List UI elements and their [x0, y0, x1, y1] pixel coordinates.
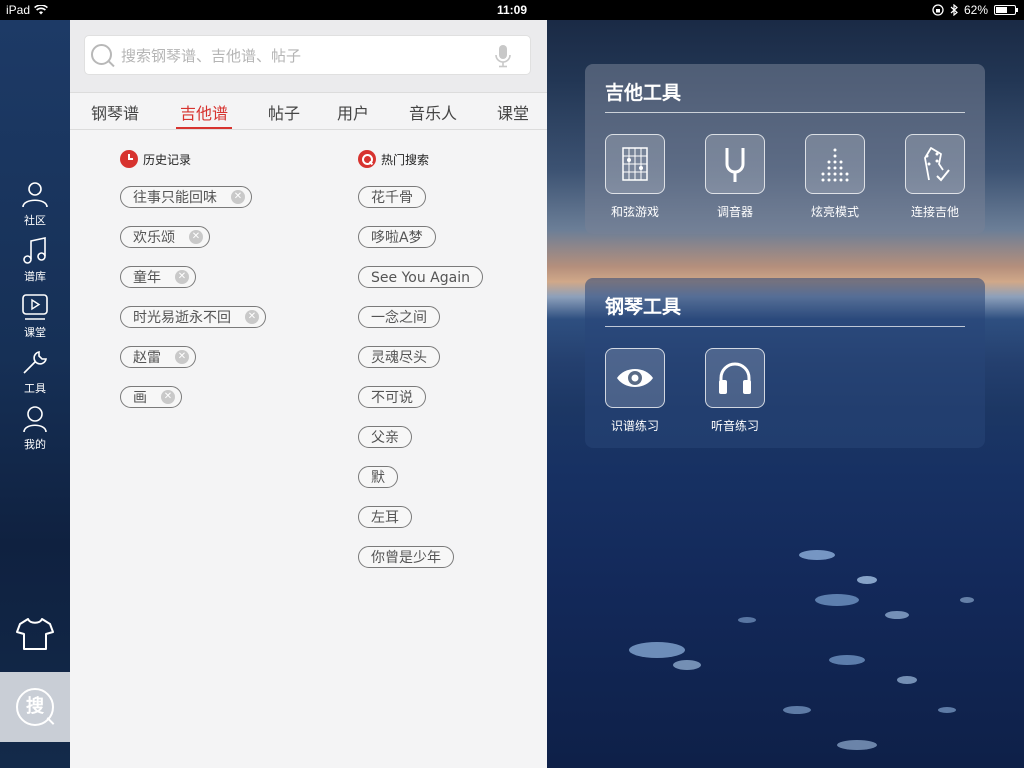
history-title: 历史记录 [143, 152, 192, 167]
music-note-icon [23, 237, 46, 264]
active-tab-underline [176, 127, 232, 129]
hot-search-chip[interactable]: 父亲 [358, 426, 412, 448]
battery-percent: 62% [963, 3, 988, 17]
sidebar-item-mine[interactable]: 我的 [0, 404, 70, 452]
history-chip-label: 欢乐颂 [133, 230, 175, 246]
tab-posts[interactable]: 帖子 [268, 100, 300, 124]
piano-tools-card: 钢琴工具 识谱练习 听音练习 [585, 278, 985, 448]
hot-search-icon [358, 150, 376, 168]
history-chip[interactable]: 时光易逝永不回 ✕ [120, 306, 266, 328]
piano-tools-title: 钢琴工具 [605, 296, 682, 318]
sidebar-item-library[interactable]: 谱库 [0, 236, 70, 284]
tool-tuner[interactable]: 调音器 [695, 134, 775, 220]
hot-search-chip[interactable]: 你曾是少年 [358, 546, 454, 568]
video-play-icon [22, 294, 48, 320]
dot-pattern-icon [821, 148, 849, 182]
tab-guitar-score[interactable]: 吉他谱 [180, 100, 228, 124]
hot-search-title: 热门搜索 [381, 152, 430, 167]
tool-chord-game[interactable]: 和弦游戏 [595, 134, 675, 220]
tool-connect-guitar[interactable]: 连接吉他 [895, 134, 975, 220]
battery-fill [996, 7, 1007, 13]
history-chip-label: 往事只能回味 [133, 190, 217, 206]
tab-piano-score[interactable]: 钢琴谱 [91, 100, 139, 124]
history-chip[interactable]: 赵雷 ✕ [120, 346, 196, 368]
history-chip[interactable]: 往事只能回味 ✕ [120, 186, 252, 208]
microphone-icon[interactable] [494, 44, 512, 68]
hot-search-chip[interactable]: 灵魂尽头 [358, 346, 440, 368]
sidebar-item-search[interactable]: 搜 [0, 672, 70, 742]
hot-search-chip[interactable]: 不可说 [358, 386, 426, 408]
sidebar-item-community[interactable]: 社区 [0, 180, 70, 228]
guitar-headstock-icon [924, 147, 950, 182]
status-bar: iPad 11:09 62% [0, 0, 1024, 20]
sidebar-item-label: 课堂 [24, 326, 46, 339]
tshirt-icon[interactable] [15, 616, 55, 652]
search-bar-area [70, 20, 547, 92]
remove-icon[interactable]: ✕ [175, 270, 189, 284]
history-chip-label: 童年 [133, 270, 161, 286]
remove-icon[interactable]: ✕ [189, 230, 203, 244]
divider [605, 112, 965, 113]
sidebar-item-tools[interactable]: 工具 [0, 348, 70, 396]
tool-label: 识谱练习 [610, 419, 659, 433]
hot-search-chip[interactable]: 花千骨 [358, 186, 426, 208]
remove-icon[interactable]: ✕ [175, 350, 189, 364]
hot-search-header: 热门搜索 [358, 150, 429, 168]
history-chip-label: 赵雷 [133, 350, 161, 366]
history-chip-label: 时光易逝永不回 [133, 310, 231, 326]
clock-icon [120, 150, 138, 168]
history-header: 历史记录 [120, 150, 191, 168]
tab-users[interactable]: 用户 [337, 100, 369, 124]
hot-search-chip[interactable]: 默 [358, 466, 398, 488]
sidebar-item-classroom[interactable]: 课堂 [0, 292, 70, 340]
orientation-lock-icon [932, 4, 944, 16]
wrench-icon [23, 351, 47, 374]
guitar-tools-card: 吉他工具 和弦游戏 调音器 炫亮模式 连接吉他 [585, 64, 985, 234]
sidebar: 社区 谱库 课堂 工具 我的 搜 [0, 20, 70, 768]
search-tabs: 钢琴谱 吉他谱 帖子 用户 音乐人 课堂 [70, 92, 547, 130]
hot-search-chip[interactable]: 左耳 [358, 506, 412, 528]
tool-label: 和弦游戏 [610, 205, 659, 219]
tool-ear-training[interactable]: 听音练习 [695, 348, 775, 434]
sidebar-item-label: 工具 [24, 382, 46, 395]
battery-icon [994, 5, 1018, 15]
sidebar-item-label: 我的 [24, 438, 46, 451]
sidebar-item-label: 谱库 [24, 270, 46, 283]
tab-classroom[interactable]: 课堂 [497, 100, 529, 124]
hot-search-chip[interactable]: See You Again [358, 266, 483, 288]
tab-musicians[interactable]: 音乐人 [409, 100, 457, 124]
tool-label: 炫亮模式 [810, 205, 859, 219]
people-icon [22, 182, 48, 208]
bluetooth-icon [950, 4, 958, 16]
status-time: 11:09 [496, 3, 528, 17]
sidebar-item-label: 社区 [24, 214, 46, 227]
history-chip[interactable]: 欢乐颂 ✕ [120, 226, 210, 248]
headphones-icon [719, 362, 751, 394]
divider [605, 326, 965, 327]
search-icon [91, 44, 112, 65]
chord-grid-icon [622, 147, 648, 181]
search-box[interactable] [84, 35, 531, 75]
guitar-tools-title: 吉他工具 [605, 82, 682, 104]
tool-label: 连接吉他 [910, 205, 959, 219]
history-chip-label: 画 [133, 390, 147, 406]
hot-search-chip[interactable]: 哆啦A梦 [358, 226, 436, 248]
remove-icon[interactable]: ✕ [245, 310, 259, 324]
tuning-fork-icon [725, 148, 745, 182]
tool-label: 调音器 [716, 205, 753, 219]
remove-icon[interactable]: ✕ [231, 190, 245, 204]
hot-search-chip[interactable]: 一念之间 [358, 306, 440, 328]
eye-icon [617, 369, 653, 387]
tool-label: 听音练习 [710, 419, 759, 433]
history-chip[interactable]: 童年 ✕ [120, 266, 196, 288]
tool-bright-mode[interactable]: 炫亮模式 [795, 134, 875, 220]
search-panel: 钢琴谱 吉他谱 帖子 用户 音乐人 课堂 历史记录 往事只能回味 ✕ 欢乐颂 ✕… [70, 20, 547, 768]
history-chip[interactable]: 画 ✕ [120, 386, 182, 408]
remove-icon[interactable]: ✕ [161, 390, 175, 404]
tool-sight-reading[interactable]: 识谱练习 [595, 348, 675, 434]
person-icon [23, 406, 47, 433]
search-input[interactable] [119, 43, 483, 69]
